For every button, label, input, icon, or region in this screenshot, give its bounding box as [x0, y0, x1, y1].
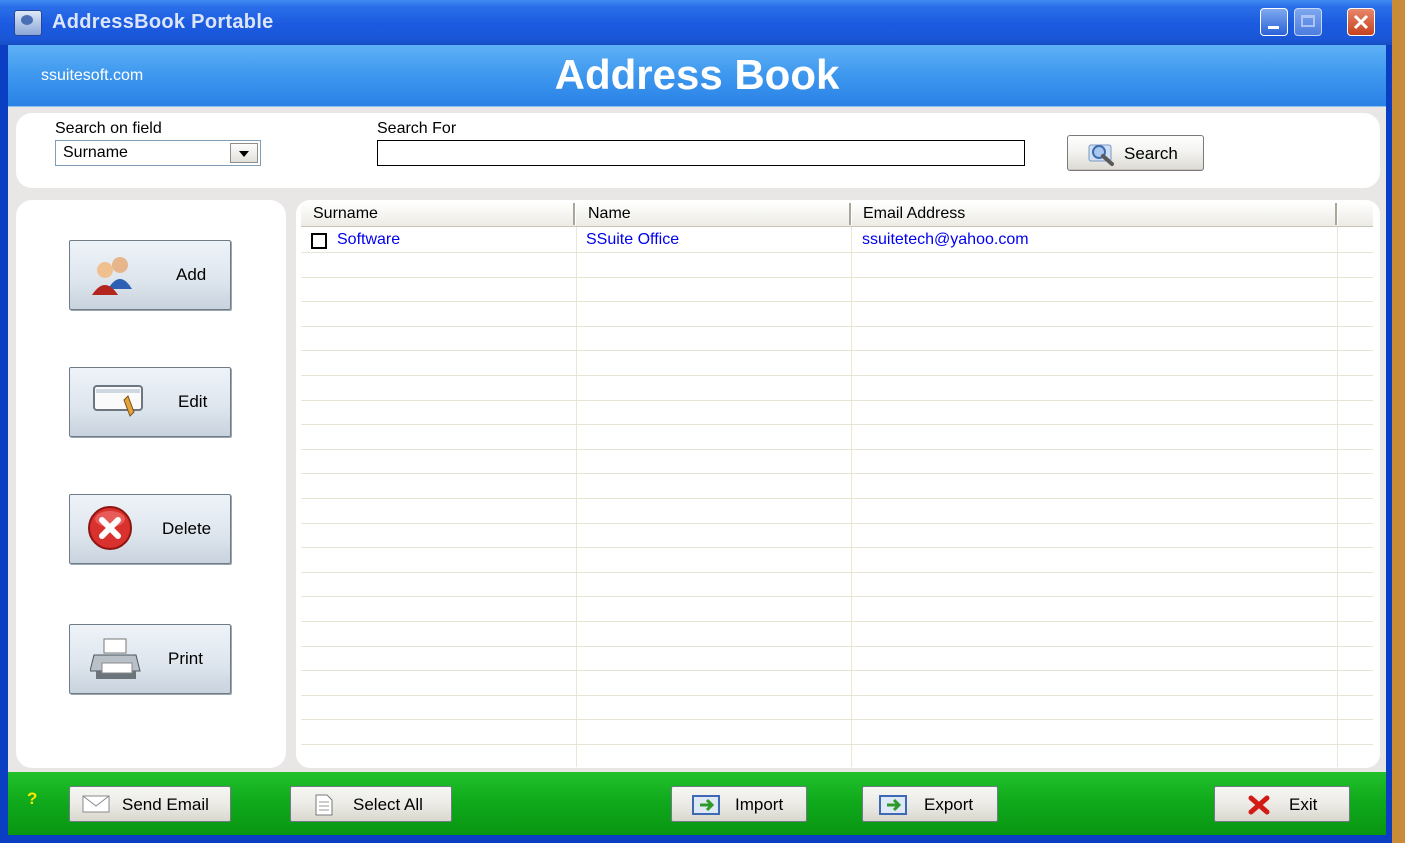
maximize-button[interactable]: [1294, 8, 1322, 36]
actions-panel: Add Edit Delete Print: [16, 200, 286, 768]
grid-row-line: [301, 424, 1373, 425]
column-header-surname[interactable]: Surname: [313, 205, 378, 223]
header-banner: ssuitesoft.com Address Book: [8, 45, 1386, 107]
grid-row-line: [301, 695, 1373, 696]
column-header-name[interactable]: Name: [588, 205, 631, 223]
grid-row-line: [301, 473, 1373, 474]
grid-row-line: [301, 252, 1373, 253]
document-icon: [315, 794, 333, 816]
page-title: Address Book: [554, 51, 840, 98]
send-email-label: Send Email: [122, 795, 209, 814]
grid-row-line: [301, 400, 1373, 401]
select-all-button[interactable]: Select All: [290, 786, 452, 822]
edit-button-label: Edit: [178, 392, 208, 411]
grid-row-line: [301, 301, 1373, 302]
grid-row-line: [301, 326, 1373, 327]
minimize-button[interactable]: [1260, 8, 1288, 36]
search-field-value: Surname: [63, 144, 128, 161]
footer-bar: ? Send Email Select All Import Export Ex…: [8, 772, 1386, 835]
client-area: ssuitesoft.com Address Book Search on fi…: [8, 45, 1386, 835]
edit-button[interactable]: Edit: [69, 367, 231, 437]
grid-row-line: [301, 547, 1373, 548]
search-input[interactable]: [377, 140, 1025, 166]
grid-row-line: [301, 498, 1373, 499]
cell-name: SSuite Office: [586, 231, 680, 248]
export-button[interactable]: Export: [862, 786, 998, 822]
window-title: AddressBook Portable: [52, 11, 274, 33]
grid-row-line: [301, 572, 1373, 573]
exit-button[interactable]: Exit: [1214, 786, 1350, 822]
send-email-button[interactable]: Send Email: [69, 786, 231, 822]
search-button-label: Search: [1124, 144, 1178, 163]
delete-button[interactable]: Delete: [69, 494, 231, 564]
export-label: Export: [924, 795, 974, 814]
help-icon[interactable]: ?: [27, 789, 37, 809]
column-divider[interactable]: [849, 203, 852, 225]
grid-column-line: [851, 227, 852, 767]
chevron-down-icon[interactable]: [230, 143, 258, 163]
search-field-label: Search on field: [55, 120, 162, 137]
exit-label: Exit: [1289, 795, 1318, 814]
close-button[interactable]: [1347, 8, 1375, 36]
table-header: Surname Name Email Address: [301, 202, 1373, 227]
grid-row-line: [301, 350, 1373, 351]
grid-column-line: [576, 227, 577, 767]
export-icon: [879, 795, 907, 815]
grid-column-line: [1337, 227, 1338, 767]
column-divider[interactable]: [1335, 203, 1338, 225]
search-icon: [1088, 144, 1114, 166]
grid-row-line: [301, 449, 1373, 450]
delete-button-label: Delete: [162, 519, 212, 538]
grid-row-line: [301, 621, 1373, 622]
column-header-email[interactable]: Email Address: [863, 205, 965, 223]
print-button-label: Print: [168, 649, 203, 668]
envelope-icon: [82, 795, 110, 813]
search-for-label: Search For: [377, 120, 457, 137]
edit-icon: [93, 385, 143, 417]
grid-row-line: [301, 670, 1373, 671]
row-checkbox[interactable]: [311, 233, 327, 249]
import-label: Import: [735, 795, 784, 814]
contacts-table: Surname Name Email Address Software SSui…: [296, 200, 1380, 768]
select-all-label: Select All: [353, 795, 423, 814]
table-body: Software SSuite Office ssuitetech@yahoo.…: [301, 227, 1373, 767]
printer-icon: [90, 638, 141, 679]
grid-row-line: [301, 523, 1373, 524]
column-divider[interactable]: [573, 203, 576, 225]
grid-row-line: [301, 646, 1373, 647]
import-button[interactable]: Import: [671, 786, 807, 822]
grid-row-line: [301, 596, 1373, 597]
add-button-label: Add: [176, 265, 207, 284]
search-field-select[interactable]: Surname: [55, 140, 261, 166]
cell-surname: Software: [337, 231, 401, 248]
address-book-icon[interactable]: [14, 10, 42, 36]
grid-row-line: [301, 719, 1373, 720]
import-icon: [692, 795, 720, 815]
app-window: AddressBook Portable ssuitesoft.com Addr…: [0, 0, 1392, 843]
search-button[interactable]: Search: [1067, 135, 1204, 171]
add-button[interactable]: Add: [69, 240, 231, 310]
exit-icon: [1248, 795, 1270, 815]
grid-row-line: [301, 277, 1373, 278]
table-row[interactable]: Software SSuite Office ssuitetech@yahoo.…: [301, 227, 1373, 252]
grid-row-line: [301, 744, 1373, 745]
title-bar[interactable]: AddressBook Portable: [0, 0, 1392, 45]
delete-icon: [88, 506, 132, 550]
cell-email: ssuitetech@yahoo.com: [862, 231, 1029, 248]
print-button[interactable]: Print: [69, 624, 231, 694]
close-icon: [1353, 14, 1369, 30]
add-contact-icon: [92, 257, 132, 295]
grid-row-line: [301, 375, 1373, 376]
